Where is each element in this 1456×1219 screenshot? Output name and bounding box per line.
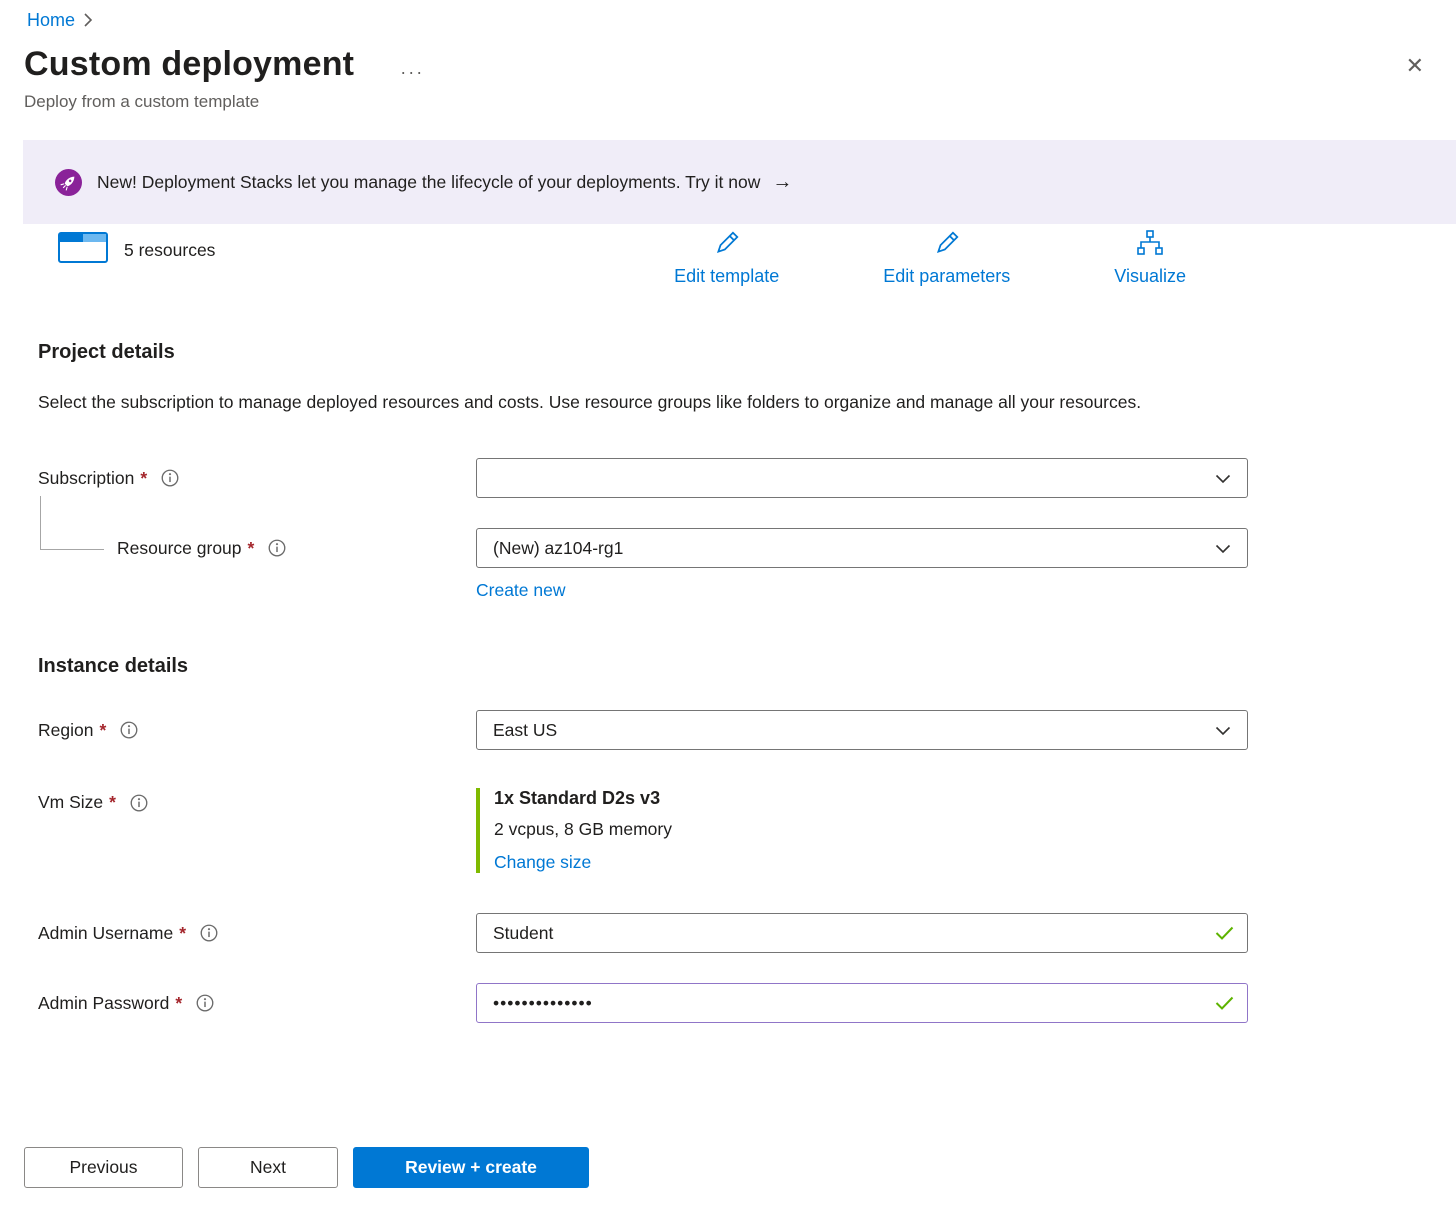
page-header: Custom deployment ··· ✕ [24,45,1432,84]
vm-size-label: Vm Size [38,792,103,813]
subscription-row: Subscription * [38,458,1456,498]
resource-group-value: (New) az104-rg1 [493,538,623,559]
wizard-footer: Previous Next Review + create [24,1147,1456,1188]
required-marker: * [109,792,116,813]
edit-template-button[interactable]: Edit template [674,230,779,287]
resource-count: 5 resources [124,240,215,261]
admin-password-input[interactable] [476,983,1248,1023]
admin-username-input[interactable] [476,913,1248,953]
pencil-icon [713,230,741,261]
banner-message: New! Deployment Stacks let you manage th… [97,172,760,193]
chevron-down-icon [1215,538,1231,559]
resource-group-dropdown[interactable]: (New) az104-rg1 [476,528,1248,568]
visualize-button[interactable]: Visualize [1114,230,1186,287]
chevron-down-icon [1215,720,1231,741]
create-new-link[interactable]: Create new [476,580,566,600]
visualize-label: Visualize [1114,266,1186,287]
vm-size-specs: 2 vcpus, 8 GB memory [494,819,1248,840]
next-button[interactable]: Next [198,1147,338,1188]
info-icon[interactable] [161,469,179,487]
required-marker: * [179,923,186,944]
admin-password-row: Admin Password * [38,983,1456,1023]
page-subtitle: Deploy from a custom template [24,92,1456,112]
required-marker: * [248,538,255,559]
info-icon[interactable] [200,924,218,942]
info-icon[interactable] [268,539,286,557]
breadcrumb-home-link[interactable]: Home [27,10,75,31]
info-icon[interactable] [196,994,214,1012]
region-dropdown[interactable]: East US [476,710,1248,750]
subscription-label: Subscription [38,468,134,489]
template-bar: 5 resources Edit template Edit parameter… [24,230,1432,287]
required-marker: * [99,720,106,741]
required-marker: * [175,993,182,1014]
vm-size-row: Vm Size * 1x Standard D2s v3 2 vcpus, 8 … [38,788,1456,873]
info-icon[interactable] [130,794,148,812]
admin-password-label: Admin Password [38,993,169,1014]
region-row: Region * East US [38,710,1456,750]
region-label: Region [38,720,93,741]
vm-size-value: 1x Standard D2s v3 [494,788,1248,809]
info-icon[interactable] [120,721,138,739]
breadcrumb: Home [0,0,1456,31]
chevron-down-icon [1215,468,1231,489]
required-marker: * [140,468,147,489]
edit-parameters-button[interactable]: Edit parameters [883,230,1010,287]
close-icon[interactable]: ✕ [1398,49,1432,83]
page-title: Custom deployment [24,45,354,84]
instance-details-heading: Instance details [38,655,1432,678]
admin-username-label: Admin Username [38,923,173,944]
rocket-icon [55,169,82,196]
review-create-button[interactable]: Review + create [353,1147,589,1188]
pencil-icon [933,230,961,261]
edit-parameters-label: Edit parameters [883,266,1010,287]
subscription-dropdown[interactable] [476,458,1248,498]
vm-size-summary: 1x Standard D2s v3 2 vcpus, 8 GB memory … [476,788,1248,873]
diagram-icon [1136,230,1164,261]
more-options-button[interactable]: ··· [400,67,424,77]
resource-group-label: Resource group [117,538,242,559]
edit-template-label: Edit template [674,266,779,287]
project-details-heading: Project details [38,341,1432,364]
previous-button[interactable]: Previous [24,1147,183,1188]
announcement-banner: New! Deployment Stacks let you manage th… [23,140,1456,224]
template-resources-icon [58,232,108,268]
banner-arrow-icon[interactable]: → [772,171,792,194]
breadcrumb-chevron-icon [83,13,93,31]
resource-group-row: Resource group * (New) az104-rg1 [38,528,1456,568]
nesting-connector [40,496,104,550]
region-value: East US [493,720,557,741]
admin-username-row: Admin Username * [38,913,1456,953]
project-details-description: Select the subscription to manage deploy… [38,386,1198,418]
change-size-link[interactable]: Change size [494,852,591,873]
